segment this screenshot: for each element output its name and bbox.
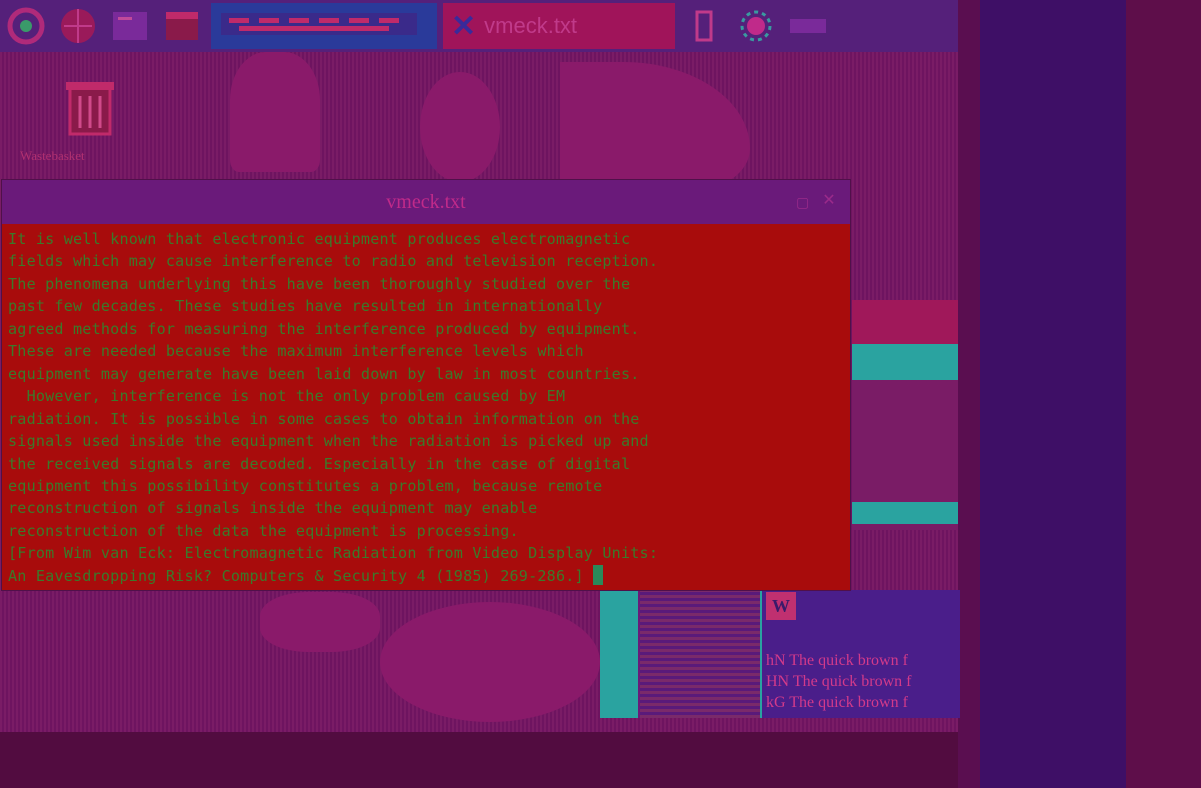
text-line: reconstruction of signals inside the equ…	[8, 499, 538, 518]
font-sample-line: hN The quick brown f	[766, 652, 908, 669]
text-content[interactable]: It is well known that electronic equipme…	[8, 228, 848, 588]
bookmark-icon[interactable]	[681, 3, 727, 49]
text-line: fields which may cause interference to r…	[8, 252, 659, 271]
close-icon[interactable]: ✕	[820, 192, 838, 210]
window-menu-icon[interactable]: ▢	[796, 194, 810, 210]
text-line: equipment may generate have been laid do…	[8, 364, 640, 383]
trash-icon[interactable]	[60, 78, 122, 138]
background-window[interactable]	[852, 300, 958, 530]
window-titlebar[interactable]: vmeck.txt ▢ ✕	[2, 180, 850, 224]
clock-icon[interactable]	[785, 3, 831, 49]
taskbar: ✕ vmeck.txt	[0, 0, 958, 52]
keyboard-icon	[219, 9, 419, 43]
screen-edge-band	[958, 0, 980, 788]
trash-label: Wastebasket	[20, 148, 85, 163]
text-line: An Eavesdropping Risk? Computers & Secur…	[8, 566, 594, 585]
calendar-icon[interactable]	[159, 3, 205, 49]
text-viewer-window[interactable]: vmeck.txt ▢ ✕ It is well known that elec…	[2, 180, 850, 590]
text-line-last: An Eavesdropping Risk? Computers & Secur…	[8, 564, 848, 587]
background-window[interactable]	[600, 590, 760, 718]
gear-icon[interactable]	[733, 3, 779, 49]
font-sample-line: HN The quick brown f	[766, 673, 912, 690]
text-line: It is well known that electronic equipme…	[8, 230, 631, 248]
text-line: the received signals are decoded. Especi…	[8, 454, 631, 473]
debian-swirl-icon[interactable]	[3, 3, 49, 49]
text-line: These are needed because the maximum int…	[8, 342, 584, 361]
bottom-panel	[0, 732, 958, 788]
terminal-icon[interactable]	[107, 3, 153, 49]
taskbar-task-vmeck[interactable]: ✕ vmeck.txt	[443, 3, 675, 49]
text-line: However, interference is not the only pr…	[8, 387, 566, 406]
text-line: [From Wim van Eck: Electromagnetic Radia…	[8, 544, 659, 563]
text-line: reconstruction of the data the equipment…	[8, 521, 519, 540]
text-cursor	[593, 564, 604, 585]
text-line: The phenomena underlying this have been …	[8, 274, 631, 293]
globe-icon[interactable]	[55, 3, 101, 49]
x-icon: ✕	[451, 9, 477, 43]
screen-edge-band	[980, 0, 1126, 788]
text-line: agreed methods for measuring the interfe…	[8, 319, 640, 338]
window-title: vmeck.txt	[386, 190, 466, 213]
taskbar-task-keyboard[interactable]	[211, 3, 437, 49]
screen-edge-band	[1126, 0, 1201, 788]
font-sample-line: kG The quick brown f	[766, 694, 908, 711]
text-line: radiation. It is possible in some cases …	[8, 409, 640, 428]
text-line: equipment this possibility constitutes a…	[8, 476, 603, 495]
font-viewer-window[interactable]: W hN The quick brown f HN The quick brow…	[760, 590, 960, 718]
font-tag: W	[766, 592, 796, 620]
text-line: signals used inside the equipment when t…	[8, 432, 649, 451]
text-line: past few decades. These studies have res…	[8, 297, 603, 316]
taskbar-task-label: vmeck.txt	[484, 13, 578, 38]
